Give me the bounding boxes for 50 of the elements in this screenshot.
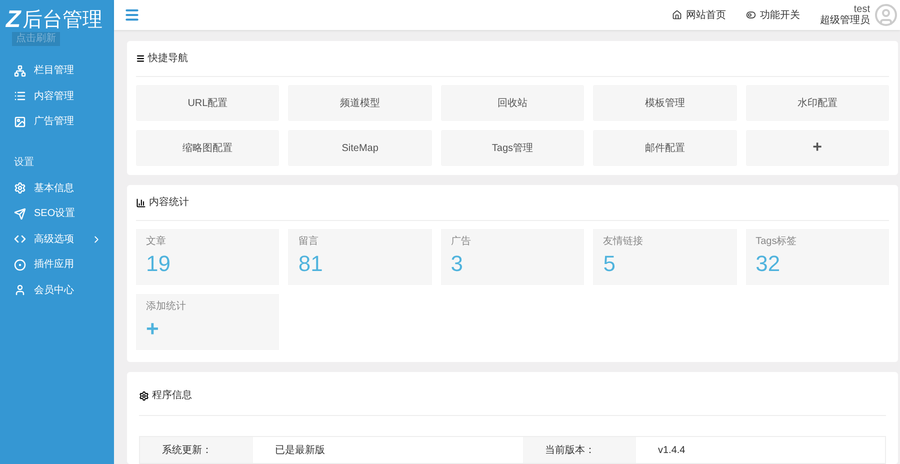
stat-value: 19: [146, 250, 172, 278]
image-icon: [14, 116, 26, 128]
stat-value: 32: [756, 250, 782, 278]
table-cell: 当前版本：: [523, 437, 636, 463]
card-title: 快捷导航: [148, 52, 188, 66]
quick-nav-button[interactable]: 模板管理: [593, 85, 737, 121]
list-icon: [14, 90, 26, 102]
add-sign: +: [146, 315, 160, 343]
quick-nav-button[interactable]: 频道模型: [288, 85, 432, 121]
quick-nav-button[interactable]: 回收站: [440, 85, 584, 121]
stat-label: 添加统计: [146, 300, 187, 314]
menu-icon[interactable]: [124, 7, 140, 23]
stat-label: 广告: [450, 234, 472, 249]
quick-nav-button[interactable]: Tags管理: [440, 130, 584, 166]
stat-value: 81: [298, 250, 324, 278]
sidebar-heading: 设置: [13, 156, 35, 170]
bar-chart-icon: [136, 198, 146, 208]
quick-nav-button[interactable]: SiteMap: [288, 130, 432, 166]
stat-value: 3: [450, 250, 464, 278]
code-icon: [14, 233, 26, 246]
quick-nav-button[interactable]: 缩略图配置: [136, 130, 280, 166]
ball-icon: [14, 258, 26, 271]
table-cell: 系统更新：: [140, 437, 253, 463]
top-link[interactable]: 网站首页: [672, 8, 726, 22]
quick-nav-button[interactable]: 邮件配置: [593, 130, 737, 166]
user-role: 超级管理员: [820, 15, 870, 26]
list-icon: [136, 54, 145, 63]
logo-letter: Z: [6, 8, 21, 32]
card-title: 程序信息: [152, 388, 192, 403]
stat-value: 5: [603, 250, 616, 278]
quick-nav-button[interactable]: +: [746, 130, 889, 166]
card-title: 内容统计: [149, 196, 189, 210]
logo-text: 后台管理: [22, 10, 103, 30]
stat-label: 留言: [298, 234, 320, 249]
user-icon: [14, 284, 26, 296]
gear-icon: [14, 182, 26, 194]
quick-nav-button[interactable]: URL配置: [136, 85, 280, 121]
home-icon: [672, 10, 682, 20]
quick-nav-button[interactable]: 水印配置: [746, 85, 889, 121]
sitemap-icon: [14, 64, 26, 77]
table-cell-text: 已是最新版: [274, 444, 326, 458]
toggle-icon: [746, 10, 756, 20]
user-name: test: [854, 4, 870, 15]
stat-label: 文章: [146, 234, 167, 249]
gear-icon: [139, 390, 149, 400]
paper-plane-icon: [14, 208, 26, 220]
stat-label: Tags标签: [756, 234, 798, 249]
top-link[interactable]: 功能开关: [746, 8, 800, 22]
table-cell-text: v1.4.4: [657, 444, 686, 458]
stat-label: 友情链接: [603, 234, 644, 249]
